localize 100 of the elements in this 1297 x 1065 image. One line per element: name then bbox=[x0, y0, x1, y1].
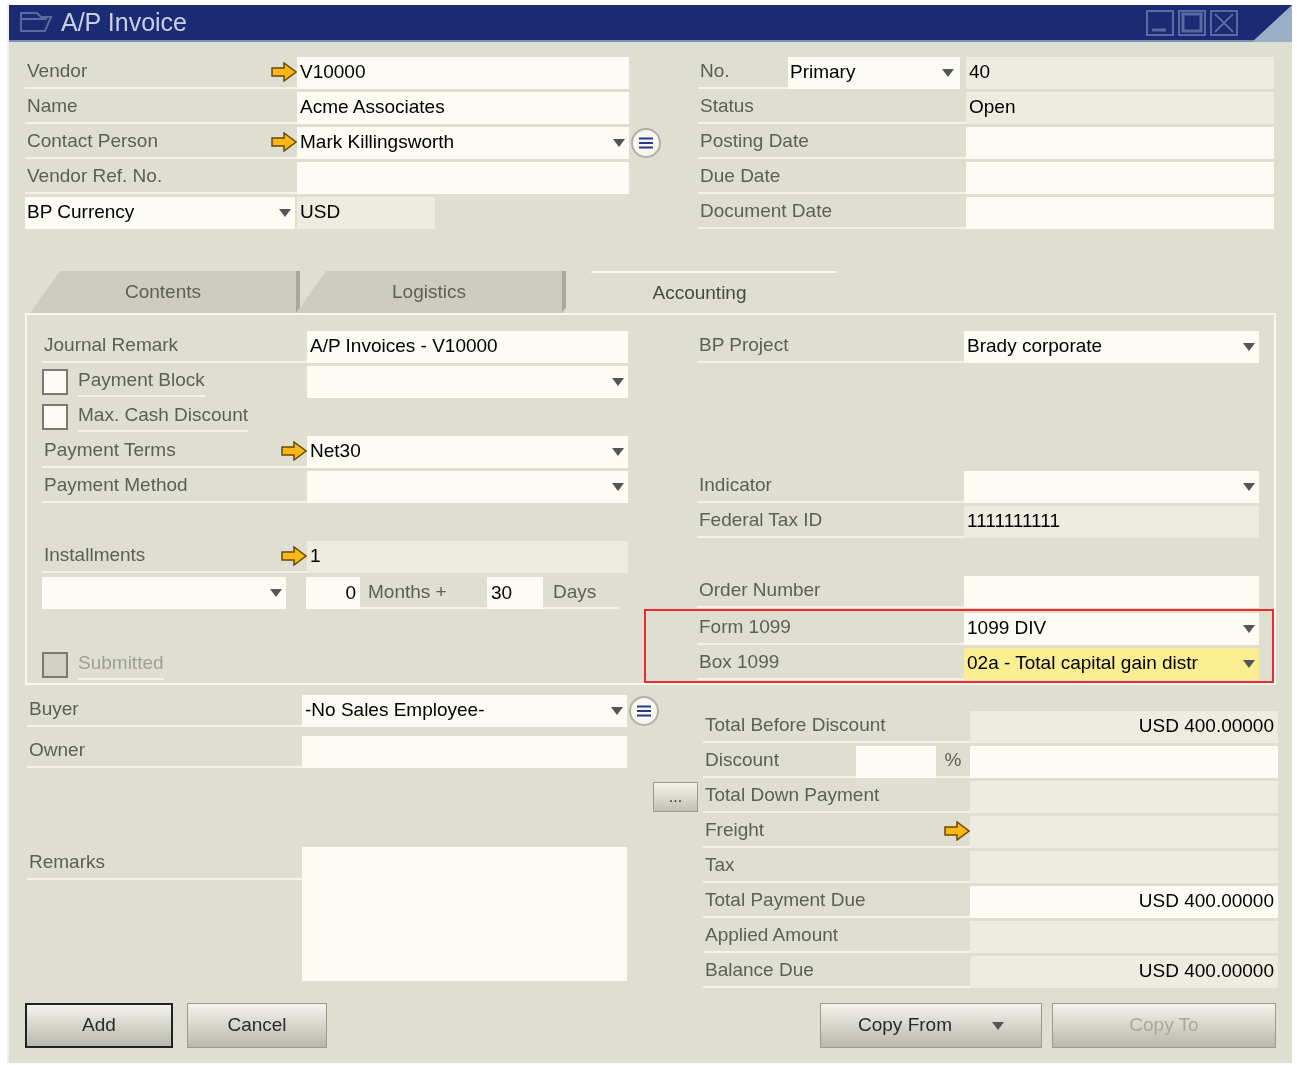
caret-icon bbox=[270, 589, 282, 597]
list-icon bbox=[636, 704, 652, 717]
input-field[interactable] bbox=[970, 850, 1278, 883]
corner-icon bbox=[1252, 5, 1292, 42]
checkbox[interactable] bbox=[42, 368, 68, 395]
caret-icon bbox=[612, 447, 624, 456]
input-field[interactable]: USD 400.00000 bbox=[970, 710, 1278, 743]
list-button[interactable] bbox=[629, 695, 659, 726]
field-label: No. bbox=[699, 59, 730, 84]
dropdown-field[interactable]: Mark Killingsworth bbox=[297, 126, 629, 159]
action-button[interactable]: Copy From bbox=[820, 1003, 1042, 1048]
dropdown-field[interactable] bbox=[307, 365, 628, 398]
field-label: Owner bbox=[28, 738, 85, 763]
input-field[interactable] bbox=[302, 735, 627, 768]
dropdown-field[interactable] bbox=[307, 470, 628, 503]
checkbox-label: Submitted bbox=[78, 649, 164, 680]
input-field[interactable] bbox=[970, 780, 1278, 813]
field-label: Form 1099 bbox=[698, 615, 791, 640]
field-label: Vendor bbox=[26, 59, 88, 84]
input-field[interactable]: 0 bbox=[306, 577, 360, 609]
field-label: Document Date bbox=[699, 199, 832, 224]
input-field[interactable]: 40 bbox=[966, 56, 1274, 89]
input-field[interactable]: 30 bbox=[487, 577, 543, 609]
memo-field[interactable] bbox=[302, 847, 627, 981]
input-field[interactable] bbox=[966, 161, 1274, 194]
checkbox-label: Max. Cash Discount bbox=[78, 401, 248, 432]
checkbox[interactable] bbox=[42, 403, 68, 430]
field-label: Federal Tax ID bbox=[698, 508, 823, 533]
dropdown-field[interactable]: Net30 bbox=[307, 435, 628, 468]
checkbox-label: Payment Block bbox=[78, 366, 205, 397]
action-button[interactable]: Add bbox=[25, 1003, 173, 1048]
unit-label: Days bbox=[543, 577, 619, 609]
dropdown-field[interactable]: 1099 DIV bbox=[964, 612, 1259, 645]
input-field[interactable]: USD 400.00000 bbox=[970, 955, 1278, 988]
dropdown-field[interactable]: 02a - Total capital gain distr bbox=[964, 647, 1259, 680]
input-field[interactable] bbox=[966, 126, 1274, 159]
minimize-icon[interactable] bbox=[1146, 9, 1174, 36]
input-field[interactable] bbox=[970, 920, 1278, 953]
field-label: BP Project bbox=[698, 333, 789, 358]
dropdown-field[interactable]: Brady corporate bbox=[964, 330, 1259, 363]
arrow-icon[interactable] bbox=[281, 545, 307, 566]
maximize-icon[interactable] bbox=[1178, 9, 1206, 36]
field-label: Balance Due bbox=[704, 958, 814, 983]
field-label: Box 1099 bbox=[698, 650, 780, 675]
input-field[interactable]: USD 400.00000 bbox=[970, 885, 1278, 918]
field-label: Payment Terms bbox=[43, 438, 176, 463]
caret-icon bbox=[942, 68, 954, 77]
document-icon bbox=[19, 10, 53, 35]
list-icon bbox=[638, 136, 654, 149]
dropdown-field[interactable]: -No Sales Employee- bbox=[302, 694, 627, 727]
close-icon[interactable] bbox=[1210, 9, 1238, 36]
input-field[interactable]: 1111111111 bbox=[964, 505, 1259, 538]
caret-icon bbox=[612, 482, 624, 491]
field-label: Tax bbox=[704, 853, 735, 878]
field-label: Installments bbox=[43, 543, 146, 568]
input-field[interactable]: Open bbox=[966, 91, 1274, 124]
dropdown-field[interactable]: Primary bbox=[788, 56, 960, 89]
field-label: Vendor Ref. No. bbox=[26, 164, 163, 189]
field-label: Order Number bbox=[698, 578, 821, 603]
field-label: Total Payment Due bbox=[704, 888, 866, 913]
field-label: Contact Person bbox=[26, 129, 158, 154]
field-label: Discount bbox=[704, 748, 779, 773]
input-field[interactable] bbox=[297, 161, 629, 194]
field-label: Total Before Discount bbox=[704, 713, 886, 738]
field-label: Remarks bbox=[28, 850, 105, 875]
input-field[interactable] bbox=[970, 745, 1278, 778]
field-label: Indicator bbox=[698, 473, 772, 498]
list-button[interactable] bbox=[631, 127, 661, 158]
input-field[interactable]: A/P Invoices - V10000 bbox=[307, 330, 628, 363]
input-field[interactable] bbox=[964, 575, 1259, 608]
input-field[interactable]: V10000 bbox=[297, 56, 629, 89]
input-field[interactable] bbox=[856, 745, 936, 778]
caret-icon bbox=[992, 1021, 1004, 1030]
tab[interactable]: Logistics bbox=[296, 271, 566, 313]
input-field[interactable] bbox=[970, 815, 1278, 848]
field-label: Name bbox=[26, 94, 78, 119]
more-button[interactable]: ... bbox=[653, 781, 698, 812]
field-label: Payment Method bbox=[43, 473, 188, 498]
input-field[interactable]: 1 bbox=[307, 540, 628, 573]
arrow-icon[interactable] bbox=[281, 440, 307, 461]
dropdown-field[interactable]: BP Currency bbox=[25, 196, 295, 229]
input-field[interactable]: USD bbox=[297, 196, 435, 229]
arrow-icon[interactable] bbox=[944, 820, 970, 841]
tab[interactable]: Contents bbox=[30, 271, 300, 313]
field-label: Freight bbox=[704, 818, 765, 843]
input-field[interactable]: Acme Associates bbox=[297, 91, 629, 124]
caret-icon bbox=[613, 138, 625, 147]
caret-icon bbox=[1243, 624, 1255, 633]
field-label: Total Down Payment bbox=[704, 783, 880, 808]
field-label: Journal Remark bbox=[43, 333, 179, 358]
tab[interactable]: Accounting bbox=[562, 271, 837, 313]
action-button[interactable]: Cancel bbox=[187, 1003, 327, 1048]
field-label: Buyer bbox=[28, 697, 79, 722]
field-label: Due Date bbox=[699, 164, 781, 189]
dropdown-field[interactable] bbox=[42, 577, 286, 609]
caret-icon bbox=[1243, 659, 1255, 668]
arrow-icon[interactable] bbox=[271, 61, 297, 82]
arrow-icon[interactable] bbox=[271, 131, 297, 152]
dropdown-field[interactable] bbox=[964, 470, 1259, 503]
input-field[interactable] bbox=[966, 196, 1274, 229]
